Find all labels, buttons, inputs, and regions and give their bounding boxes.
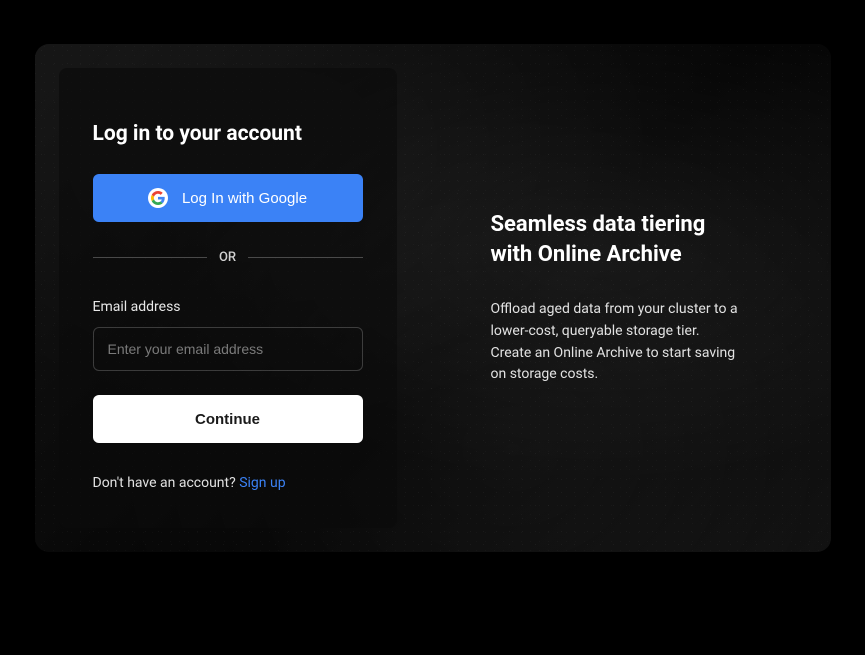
login-panel: Log in to your account Log In with Googl… bbox=[59, 68, 397, 528]
promo-panel: Seamless data tiering with Online Archiv… bbox=[397, 44, 831, 552]
continue-button[interactable]: Continue bbox=[93, 395, 363, 443]
google-icon bbox=[148, 188, 168, 208]
email-label: Email address bbox=[93, 299, 363, 315]
login-title: Log in to your account bbox=[93, 122, 363, 146]
signup-prompt: Don't have an account? bbox=[93, 475, 240, 491]
google-login-button[interactable]: Log In with Google bbox=[93, 174, 363, 222]
promo-body: Offload aged data from your cluster to a… bbox=[491, 299, 741, 386]
promo-title: Seamless data tiering with Online Archiv… bbox=[491, 210, 751, 269]
email-input[interactable] bbox=[93, 327, 363, 371]
divider-text: OR bbox=[207, 250, 248, 265]
google-login-label: Log In with Google bbox=[182, 190, 307, 207]
signup-row: Don't have an account? Sign up bbox=[93, 475, 363, 491]
divider: OR bbox=[93, 250, 363, 265]
auth-card: Log in to your account Log In with Googl… bbox=[35, 44, 831, 552]
signup-link[interactable]: Sign up bbox=[239, 475, 285, 491]
